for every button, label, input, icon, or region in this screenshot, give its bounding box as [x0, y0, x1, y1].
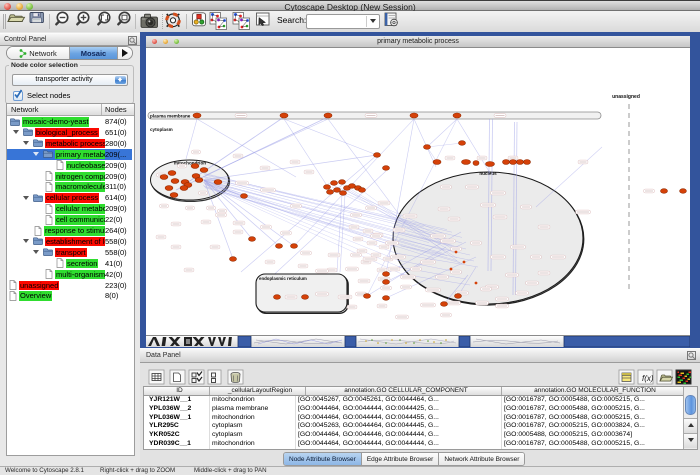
svg-text:nucleus: nucleus [479, 171, 497, 176]
svg-text:endoplasmic reticulum: endoplasmic reticulum [259, 276, 307, 281]
svg-text:unassigned: unassigned [612, 94, 640, 100]
svg-text:plasma membrane: plasma membrane [150, 114, 191, 119]
svg-text:f(x): f(x) [642, 374, 654, 383]
svg-text:cytoplasm: cytoplasm [150, 127, 173, 132]
